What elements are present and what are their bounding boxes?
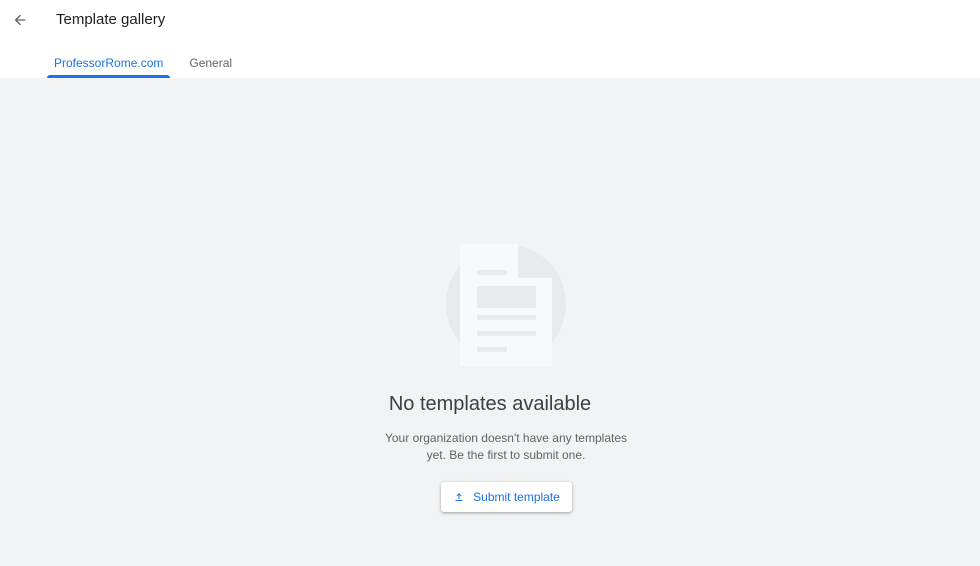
upload-icon	[453, 491, 465, 503]
page-title: Template gallery	[56, 11, 166, 28]
tab-label: ProfessorRome.com	[54, 56, 164, 70]
submit-template-label: Submit template	[473, 490, 560, 504]
empty-state-panel: No templates available Your organization…	[0, 78, 980, 566]
empty-state-description: Your organization doesn't have any templ…	[384, 431, 627, 462]
arrow-back-icon	[14, 14, 26, 26]
app-header: Template gallery ProfessorRome.com Gener…	[0, 0, 980, 78]
back-button[interactable]	[6, 6, 34, 34]
empty-state-title: No templates available	[388, 393, 592, 415]
document-icon	[446, 244, 566, 366]
tab-bar: ProfessorRome.com General	[47, 50, 251, 78]
submit-template-button[interactable]: Submit template	[441, 482, 572, 512]
tab-general[interactable]: General	[182, 50, 239, 78]
tab-label: General	[189, 56, 233, 70]
tab-professorrome[interactable]: ProfessorRome.com	[47, 50, 171, 78]
